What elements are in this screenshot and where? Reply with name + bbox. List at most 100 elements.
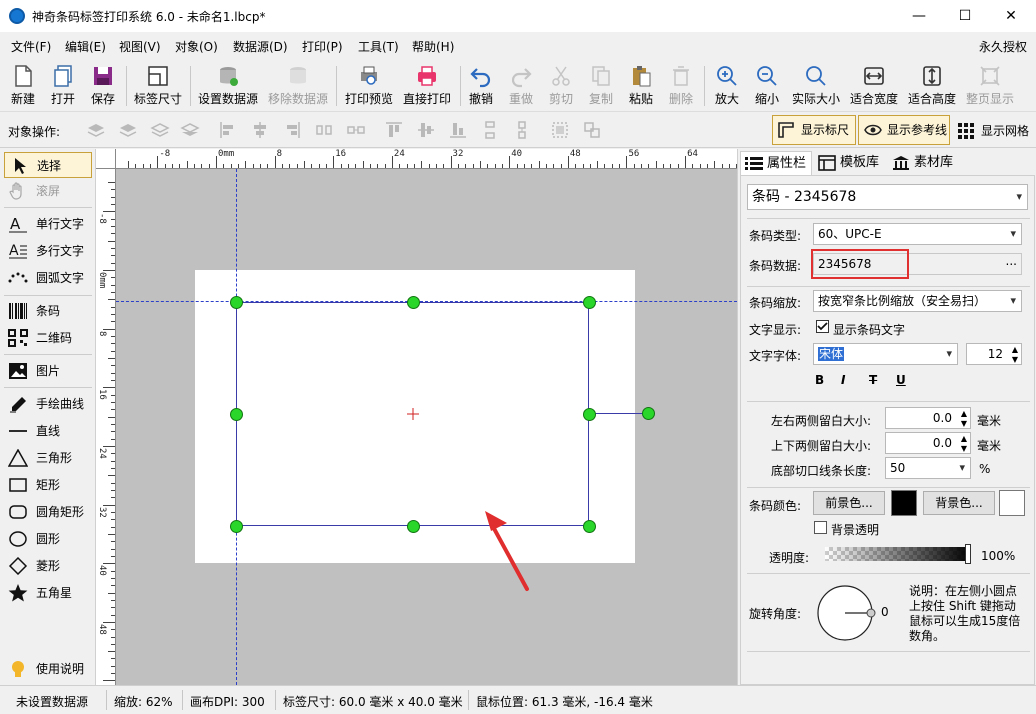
resize-handle-left[interactable] <box>230 408 243 421</box>
distribute-horizontal-icon[interactable] <box>314 120 334 140</box>
same-height-icon[interactable] <box>512 120 532 140</box>
background-color-swatch[interactable] <box>999 490 1025 516</box>
undo-button[interactable]: 撤销 <box>464 62 498 110</box>
layer-top-icon[interactable] <box>86 120 106 140</box>
fit-width-button[interactable]: 适合宽度 <box>848 62 900 110</box>
barcode-type-select[interactable]: 60、UPC-E <box>813 223 1022 245</box>
close-button[interactable]: ✕ <box>988 0 1034 32</box>
layer-bottom-icon[interactable] <box>180 120 200 140</box>
resize-handle-bottom-right[interactable] <box>583 520 596 533</box>
paste-button[interactable]: 粘贴 <box>624 62 658 110</box>
font-size-spinner[interactable]: 12 ▲ ▼ <box>966 343 1022 365</box>
tb-margin-spinner[interactable]: 0.0 ▲ ▼ <box>885 432 971 454</box>
tool-triangle[interactable]: 三角形 <box>4 445 92 471</box>
tool-line[interactable]: 直线 <box>4 418 92 444</box>
set-datasource-button[interactable]: 设置数据源 <box>196 62 260 110</box>
show-text-checkbox[interactable] <box>816 320 829 333</box>
menu-file[interactable]: 文件(F) <box>11 38 51 55</box>
menu-view[interactable]: 视图(V) <box>119 38 161 55</box>
fit-height-button[interactable]: 适合高度 <box>906 62 958 110</box>
spinner-down-icon[interactable]: ▼ <box>961 439 967 459</box>
resize-handle-bottom[interactable] <box>407 520 420 533</box>
resize-handle-bottom-left[interactable] <box>230 520 243 533</box>
foreground-color-swatch[interactable] <box>891 490 917 516</box>
show-grid-toggle[interactable]: 显示网格 <box>954 115 1034 145</box>
tool-freehand[interactable]: 手绘曲线 <box>4 391 92 417</box>
label-size-button[interactable]: 标签尺寸 <box>130 62 186 110</box>
menu-edit[interactable]: 编辑(E) <box>65 38 106 55</box>
design-canvas[interactable]: -80mm81624324048566472 -80mm81624324048 <box>96 149 737 685</box>
full-page-button[interactable]: 整页显示 <box>964 62 1016 110</box>
tool-select[interactable]: 选择 <box>4 152 92 178</box>
menu-object[interactable]: 对象(O) <box>175 38 218 55</box>
opacity-slider-thumb[interactable] <box>965 544 971 564</box>
tool-arc-text[interactable]: 圆弧文字 <box>4 265 92 291</box>
tool-qrcode[interactable]: 二维码 <box>4 325 92 351</box>
barcode-data-more-button[interactable]: ... <box>1006 251 1017 271</box>
align-right-icon[interactable] <box>282 120 302 140</box>
bottom-cut-select[interactable]: 50 <box>885 457 971 479</box>
show-guides-toggle[interactable]: 显示参考线 <box>858 115 950 145</box>
direct-print-button[interactable]: 直接打印 <box>400 62 454 110</box>
scale-select[interactable]: 按宽窄条比例缩放（安全易扫） <box>813 290 1022 312</box>
rotation-handle[interactable] <box>642 407 655 420</box>
zoom-in-button[interactable]: 放大 <box>710 62 744 110</box>
underline-button[interactable]: U <box>896 373 906 387</box>
background-color-button[interactable]: 背景色... <box>923 491 995 515</box>
spinner-down-icon[interactable]: ▼ <box>1012 350 1018 370</box>
copy-button[interactable]: 复制 <box>584 62 618 110</box>
tool-rectangle[interactable]: 矩形 <box>4 472 92 498</box>
menu-tools[interactable]: 工具(T) <box>358 38 399 55</box>
minimize-button[interactable]: — <box>896 0 942 32</box>
align-bottom-icon[interactable] <box>448 120 468 140</box>
lr-margin-spinner[interactable]: 0.0 ▲ ▼ <box>885 407 971 429</box>
resize-handle-top-right[interactable] <box>583 296 596 309</box>
font-select[interactable]: 宋体 <box>813 343 958 365</box>
redo-button[interactable]: 重做 <box>504 62 538 110</box>
print-preview-button[interactable]: 打印预览 <box>342 62 396 110</box>
align-left-icon[interactable] <box>218 120 238 140</box>
same-width-icon[interactable] <box>346 120 366 140</box>
align-center-icon[interactable] <box>250 120 270 140</box>
bold-button[interactable]: B <box>815 373 824 387</box>
menu-print[interactable]: 打印(P) <box>302 38 343 55</box>
background-transparent-checkbox[interactable] <box>814 521 827 534</box>
save-button[interactable]: 保存 <box>84 62 122 110</box>
show-ruler-toggle[interactable]: 显示标尺 <box>772 115 856 145</box>
align-top-icon[interactable] <box>384 120 404 140</box>
tool-multi-line-text[interactable]: A 多行文字 <box>4 238 92 264</box>
delete-button[interactable]: 删除 <box>664 62 698 110</box>
actual-size-button[interactable]: 实际大小 <box>790 62 842 110</box>
tool-pan[interactable]: 滚屏 <box>4 178 92 204</box>
menu-datasource[interactable]: 数据源(D) <box>233 38 288 55</box>
layer-up-icon[interactable] <box>118 120 138 140</box>
resize-handle-top[interactable] <box>407 296 420 309</box>
help-button[interactable]: 使用说明 <box>4 656 92 682</box>
tab-materials[interactable]: 素材库 <box>888 151 960 175</box>
tool-single-line-text[interactable]: A 单行文字 <box>4 211 92 237</box>
ungroup-icon[interactable] <box>582 120 602 140</box>
tool-rounded-rectangle[interactable]: 圆角矩形 <box>4 499 92 525</box>
strikethrough-button[interactable]: T <box>869 373 877 387</box>
menu-help[interactable]: 帮助(H) <box>412 38 454 55</box>
resize-handle-right[interactable] <box>583 408 596 421</box>
layer-down-icon[interactable] <box>150 120 170 140</box>
rotation-dial[interactable] <box>817 583 877 643</box>
object-selector[interactable]: 条码 - 2345678 <box>747 184 1028 210</box>
tool-circle[interactable]: 圆形 <box>4 526 92 552</box>
new-button[interactable]: 新建 <box>4 62 42 110</box>
foreground-color-button[interactable]: 前景色... <box>813 491 885 515</box>
remove-datasource-button[interactable]: 移除数据源 <box>266 62 330 110</box>
group-icon[interactable] <box>550 120 570 140</box>
tool-diamond[interactable]: 菱形 <box>4 553 92 579</box>
tool-image[interactable]: 图片 <box>4 358 92 384</box>
italic-button[interactable]: I <box>841 373 845 387</box>
tool-barcode[interactable]: 条码 <box>4 298 92 324</box>
maximize-button[interactable]: ☐ <box>942 0 988 32</box>
distribute-vertical-icon[interactable] <box>480 120 500 140</box>
open-button[interactable]: 打开 <box>44 62 82 110</box>
tab-templates[interactable]: 模板库 <box>814 151 886 175</box>
zoom-out-button[interactable]: 缩小 <box>750 62 784 110</box>
align-middle-icon[interactable] <box>416 120 436 140</box>
tab-properties[interactable]: 属性栏 <box>740 151 812 175</box>
